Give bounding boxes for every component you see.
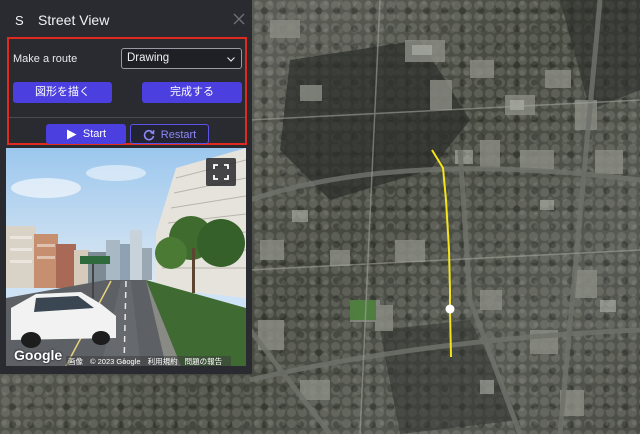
refresh-icon — [143, 130, 155, 141]
fullscreen-icon — [213, 164, 229, 180]
footer-image-label: 画像 — [68, 357, 83, 366]
panel-titlebar[interactable]: S Street View — [0, 0, 252, 38]
restart-button[interactable]: Restart — [130, 124, 209, 144]
street-view-footer: 画像 © 2023 Google 利用規約 問題の報告 — [66, 356, 232, 366]
footer-copyright: © 2023 Google — [90, 357, 141, 366]
panel-title: Street View — [38, 12, 110, 28]
close-icon[interactable] — [231, 11, 247, 27]
google-logo: Google — [14, 347, 63, 363]
fullscreen-button[interactable] — [206, 158, 236, 186]
start-label: Start — [82, 128, 107, 141]
street-view-panel: S Street View Make a route Drawing 図形を描く… — [0, 0, 252, 374]
play-icon — [66, 129, 77, 140]
route-controls: Make a route Drawing 図形を描く 完成する Start Re… — [7, 37, 247, 145]
street-view-image[interactable]: Google 画像 © 2023 Google 利用規約 問題の報告 — [6, 148, 246, 366]
route-mode-value: Drawing — [127, 52, 170, 64]
draw-shape-button[interactable]: 図形を描く — [13, 82, 112, 103]
restart-label: Restart — [160, 129, 197, 142]
route-marker — [445, 304, 455, 314]
footer-terms-link[interactable]: 利用規約 — [148, 357, 178, 366]
finish-button[interactable]: 完成する — [142, 82, 242, 103]
route-mode-select[interactable]: Drawing — [121, 48, 242, 69]
app-logo-letter: S — [15, 13, 24, 28]
footer-report-link[interactable]: 問題の報告 — [185, 357, 223, 366]
chevron-down-icon — [227, 57, 235, 62]
divider — [9, 117, 245, 118]
make-route-label: Make a route — [13, 53, 78, 65]
start-button[interactable]: Start — [46, 124, 126, 144]
